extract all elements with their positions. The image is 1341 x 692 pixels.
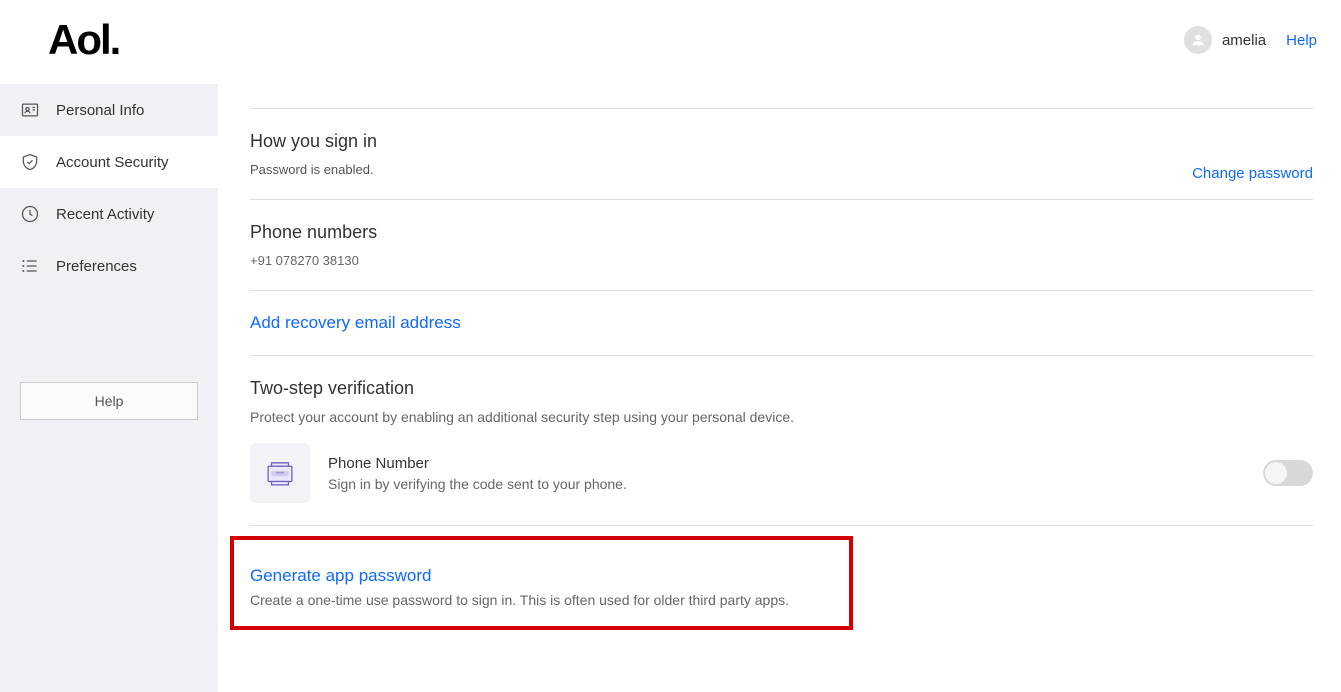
shield-icon: [20, 152, 40, 172]
sidebar-item-label: Preferences: [56, 258, 137, 275]
sidebar-item-label: Account Security: [56, 154, 169, 171]
phone-title: Phone numbers: [250, 222, 1313, 243]
avatar: [1184, 26, 1212, 54]
device-code-icon: ****: [250, 443, 310, 503]
user-icon: [1190, 32, 1206, 48]
tsv-text: Phone Number Sign in by verifying the co…: [328, 455, 1245, 492]
header-right: amelia Help: [1184, 26, 1317, 54]
user-block[interactable]: amelia: [1184, 26, 1266, 54]
sidebar: Personal Info Account Security Recent Ac…: [0, 84, 218, 692]
phone-value: +91 078270 38130: [250, 253, 1313, 268]
aol-logo: Aol.: [48, 16, 119, 64]
tsv-toggle[interactable]: [1263, 460, 1313, 486]
sidebar-item-preferences[interactable]: Preferences: [0, 240, 218, 292]
sidebar-item-account-security[interactable]: Account Security: [0, 136, 218, 188]
generate-app-password-link[interactable]: Generate app password: [250, 566, 833, 586]
sidebar-item-personal-info[interactable]: Personal Info: [0, 84, 218, 136]
section-phone[interactable]: Phone numbers +91 078270 38130: [250, 200, 1313, 291]
help-link[interactable]: Help: [1286, 32, 1317, 49]
section-two-step-verification: Two-step verification Protect your accou…: [250, 356, 1313, 526]
section-app-password: Generate app password Create a one-time …: [250, 526, 1313, 652]
username: amelia: [1222, 32, 1266, 49]
signin-title: How you sign in: [250, 131, 1313, 152]
generate-app-password-sub: Create a one-time use password to sign i…: [250, 592, 833, 608]
tsv-description: Protect your account by enabling an addi…: [250, 409, 1313, 425]
sidebar-item-label: Personal Info: [56, 102, 144, 119]
clock-icon: [20, 204, 40, 224]
tsv-method-label: Phone Number: [328, 455, 1245, 472]
sidebar-help-button[interactable]: Help: [20, 382, 198, 420]
id-card-icon: [20, 100, 40, 120]
highlighted-box: Generate app password Create a one-time …: [230, 536, 853, 630]
main-content: How you sign in Password is enabled. Cha…: [218, 84, 1341, 692]
header: Aol. amelia Help: [0, 0, 1341, 84]
add-recovery-email-link[interactable]: Add recovery email address: [250, 313, 461, 332]
section-signin: How you sign in Password is enabled. Cha…: [250, 109, 1313, 200]
tsv-title: Two-step verification: [250, 378, 1313, 399]
sidebar-item-recent-activity[interactable]: Recent Activity: [0, 188, 218, 240]
section-recovery: Add recovery email address: [250, 291, 1313, 356]
signin-status: Password is enabled.: [250, 162, 1313, 177]
toggle-knob: [1265, 462, 1287, 484]
tsv-method-sub: Sign in by verifying the code sent to yo…: [328, 476, 1245, 492]
tsv-phone-row: **** Phone Number Sign in by verifying t…: [250, 443, 1313, 503]
svg-text:****: ****: [276, 472, 284, 478]
sidebar-item-label: Recent Activity: [56, 206, 154, 223]
change-password-link[interactable]: Change password: [1192, 165, 1313, 182]
list-icon: [20, 256, 40, 276]
